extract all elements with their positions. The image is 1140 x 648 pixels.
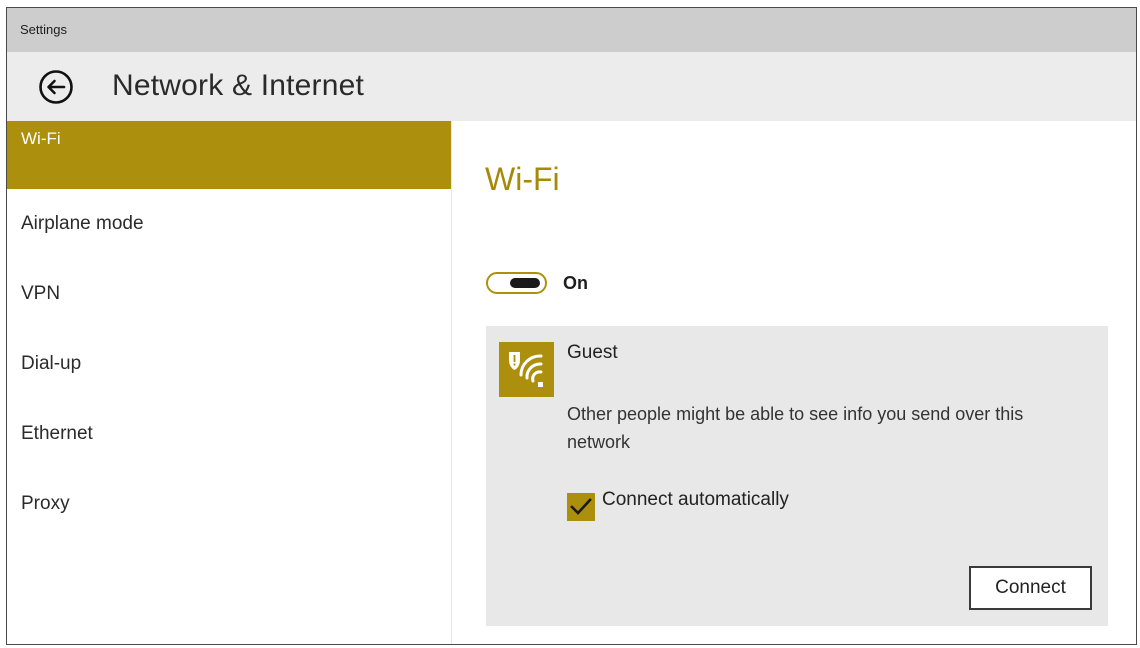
sidebar-item-vpn[interactable]: VPN [7,259,451,329]
wifi-warning-icon [499,342,554,397]
network-card-guest[interactable]: Guest Other people might be able to see … [486,326,1108,626]
connect-button[interactable]: Connect [969,566,1092,610]
sidebar-item-label: Airplane mode [21,213,144,234]
connect-automatically-label: Connect automatically [602,489,789,510]
wifi-panel: Wi-Fi On Guest Other people might be abl… [453,121,1136,644]
sidebar-item-proxy[interactable]: Proxy [7,469,451,539]
back-arrow-icon [39,70,73,104]
page-title: Network & Internet [112,69,365,102]
sidebar-item-label: Proxy [21,493,70,514]
settings-window: Settings Network & Internet Wi-Fi Airpla… [6,7,1137,645]
sidebar-item-ethernet[interactable]: Ethernet [7,399,451,469]
sidebar-item-label: Ethernet [21,423,93,444]
page-header: Network & Internet [7,52,1136,121]
sidebar-item-label: Dial-up [21,353,82,374]
sidebar-item-label: Wi-Fi [21,129,61,148]
toggle-state-label: On [563,273,588,293]
sidebar-item-label: VPN [21,283,61,304]
network-name: Guest [567,342,618,363]
section-title: Wi-Fi [485,161,560,197]
checkbox-box [567,493,595,521]
sidebar: Wi-Fi Airplane mode VPN Dial-up Ethernet… [7,121,452,644]
network-warning-text: Other people might be able to see info y… [567,404,1024,452]
toggle-knob [510,278,540,288]
sidebar-item-airplane-mode[interactable]: Airplane mode [7,189,451,259]
back-button[interactable] [37,68,75,106]
sidebar-item-dial-up[interactable]: Dial-up [7,329,451,399]
window-titlebar: Settings [7,8,1136,52]
wifi-toggle[interactable] [486,272,547,294]
checkmark-icon [570,498,592,515]
sidebar-item-wifi[interactable]: Wi-Fi [7,121,451,189]
